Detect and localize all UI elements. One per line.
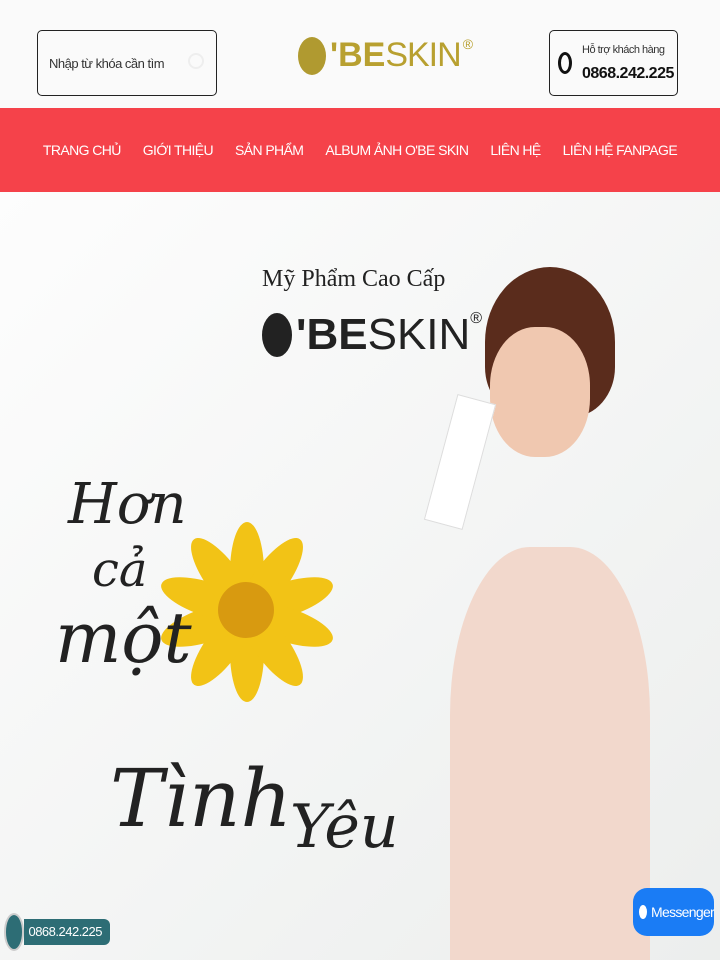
nav-contact[interactable]: LIÊN HỆ (490, 142, 541, 158)
support-phone[interactable]: 0868.242.225 (582, 65, 674, 83)
logo-bold: 'BE (330, 36, 386, 74)
search-placeholder: Nhập từ khóa cần tìm (49, 55, 165, 71)
leaf-icon (262, 313, 292, 357)
leaf-icon (298, 36, 326, 75)
nav-about[interactable]: GIỚI THIỆU (143, 142, 214, 158)
script-line-3: một (55, 597, 192, 679)
hero-banner[interactable]: Mỹ Phẩm Cao Cấp 'BE SKIN ® Hơn cả một Tình… (0, 192, 720, 960)
nav-products[interactable]: SẢN PHẨM (235, 142, 304, 158)
nav-fanpage[interactable]: LIÊN HỆ FANPAGE (563, 142, 678, 158)
messenger-icon (639, 905, 648, 919)
header: Nhập từ khóa cần tìm 'BE SKIN ® Hỗ trợ khá… (0, 0, 720, 108)
search-icon[interactable] (188, 53, 204, 69)
support-box[interactable]: Hỗ trợ khách hàng 0868.242.225 (549, 30, 678, 96)
hero-logo-bold: 'BE (296, 310, 368, 359)
nav-home[interactable]: TRANG CHỦ (43, 142, 121, 158)
main-nav: TRANG CHỦ GIỚI THIỆU SẢN PHẨM ALBUM ẢNH … (0, 108, 720, 192)
support-label: Hỗ trợ khách hàng (582, 44, 665, 56)
messenger-label: Messenger (651, 904, 715, 920)
script-line-2: cả (92, 542, 148, 598)
script-line-5: Yêu (290, 792, 399, 862)
messenger-button[interactable]: Messenger (633, 888, 715, 936)
nav-album[interactable]: ALBUM ẢNH O'BE SKIN (325, 142, 469, 158)
hero-subtitle: Mỹ Phẩm Cao Cấp (262, 266, 446, 292)
registered-icon: ® (462, 36, 474, 52)
logo-thin: SKIN (385, 36, 461, 74)
phone-icon (4, 913, 25, 951)
clock-icon (558, 52, 572, 74)
script-line-1: Hơn (68, 472, 187, 537)
call-button[interactable]: 0868.242.225 (4, 913, 110, 951)
product-tube (423, 394, 497, 530)
search-input[interactable]: Nhập từ khóa cần tìm (37, 30, 217, 96)
model-image (423, 267, 660, 960)
logo[interactable]: 'BE SKIN ® (298, 36, 473, 75)
script-line-4: Tình (110, 752, 292, 845)
call-phone: 0868.242.225 (24, 919, 110, 945)
